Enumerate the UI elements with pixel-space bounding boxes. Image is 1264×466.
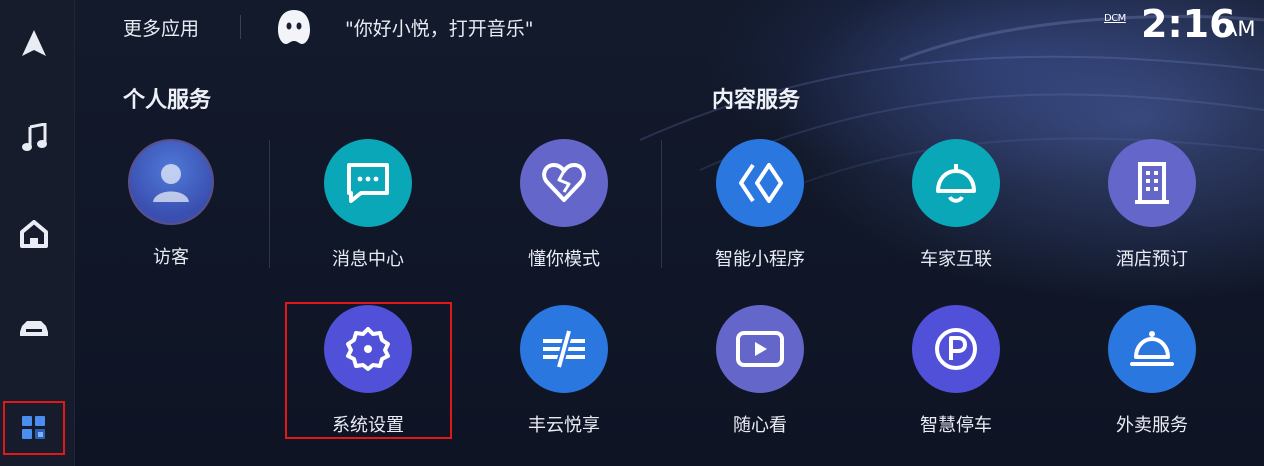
- voice-assistant-icon[interactable]: [276, 8, 312, 46]
- car-icon: [20, 321, 48, 336]
- fengyun-icon: [520, 305, 608, 393]
- app-label: 酒店预订: [1116, 249, 1188, 270]
- message-icon: [324, 139, 412, 227]
- app-visitor[interactable]: 访客: [106, 139, 236, 279]
- app-video[interactable]: 随心看: [695, 305, 825, 445]
- music-note-icon: [22, 123, 47, 151]
- app-label: 丰云悦享: [528, 415, 600, 436]
- more-apps-title: 更多应用: [123, 18, 200, 40]
- app-fengyun[interactable]: 丰云悦享: [499, 305, 629, 445]
- app-parking[interactable]: 智慧停车: [891, 305, 1021, 445]
- clock-ampm: AM: [1223, 17, 1256, 41]
- app-hotel[interactable]: 酒店预订: [1087, 139, 1217, 279]
- apps-button[interactable]: [3, 401, 65, 455]
- app-takeout[interactable]: 外卖服务: [1087, 305, 1217, 445]
- cloche-icon: [1108, 305, 1196, 393]
- clock-time: 2:16: [1141, 2, 1236, 46]
- app-label: 智能小程序: [715, 249, 805, 270]
- sidebar: [0, 0, 75, 466]
- assistant-prompt[interactable]: "你好小悦，打开音乐": [345, 14, 533, 41]
- gear-icon: [324, 305, 412, 393]
- user-avatar-icon: [128, 139, 214, 225]
- apps-grid-icon: [22, 416, 45, 439]
- section-title-personal: 个人服务: [123, 88, 212, 113]
- play-icon: [716, 305, 804, 393]
- app-label: 懂你模式: [528, 249, 600, 270]
- app-label: 系统设置: [332, 415, 404, 436]
- home-icon: [20, 220, 48, 248]
- app-label: 随心看: [733, 415, 787, 436]
- app-label: 消息中心: [332, 249, 404, 270]
- mini-program-icon: [716, 139, 804, 227]
- section-title-content: 内容服务: [712, 88, 801, 113]
- lamp-icon: [912, 139, 1000, 227]
- building-icon: [1108, 139, 1196, 227]
- app-messages[interactable]: 消息中心: [303, 139, 433, 279]
- parking-icon: [912, 305, 1000, 393]
- heart-icon: [520, 139, 608, 227]
- app-dongni-mode[interactable]: 懂你模式: [499, 139, 629, 279]
- section-divider: [661, 140, 662, 268]
- navigation-button[interactable]: [5, 18, 63, 68]
- app-car-home[interactable]: 车家互联: [891, 139, 1021, 279]
- section-divider: [269, 140, 270, 268]
- app-label: 智慧停车: [920, 415, 992, 436]
- app-label: 访客: [153, 247, 189, 268]
- navigation-icon: [22, 30, 46, 56]
- app-label: 车家互联: [920, 249, 992, 270]
- header-divider: [240, 15, 241, 39]
- music-button[interactable]: [5, 113, 63, 163]
- app-mini-programs[interactable]: 智能小程序: [695, 139, 825, 279]
- app-label: 外卖服务: [1116, 415, 1188, 436]
- app-settings[interactable]: 系统设置: [303, 305, 433, 445]
- car-button[interactable]: [5, 303, 63, 353]
- dcm-status-icon: DCM: [1104, 13, 1126, 24]
- home-button[interactable]: [5, 209, 63, 259]
